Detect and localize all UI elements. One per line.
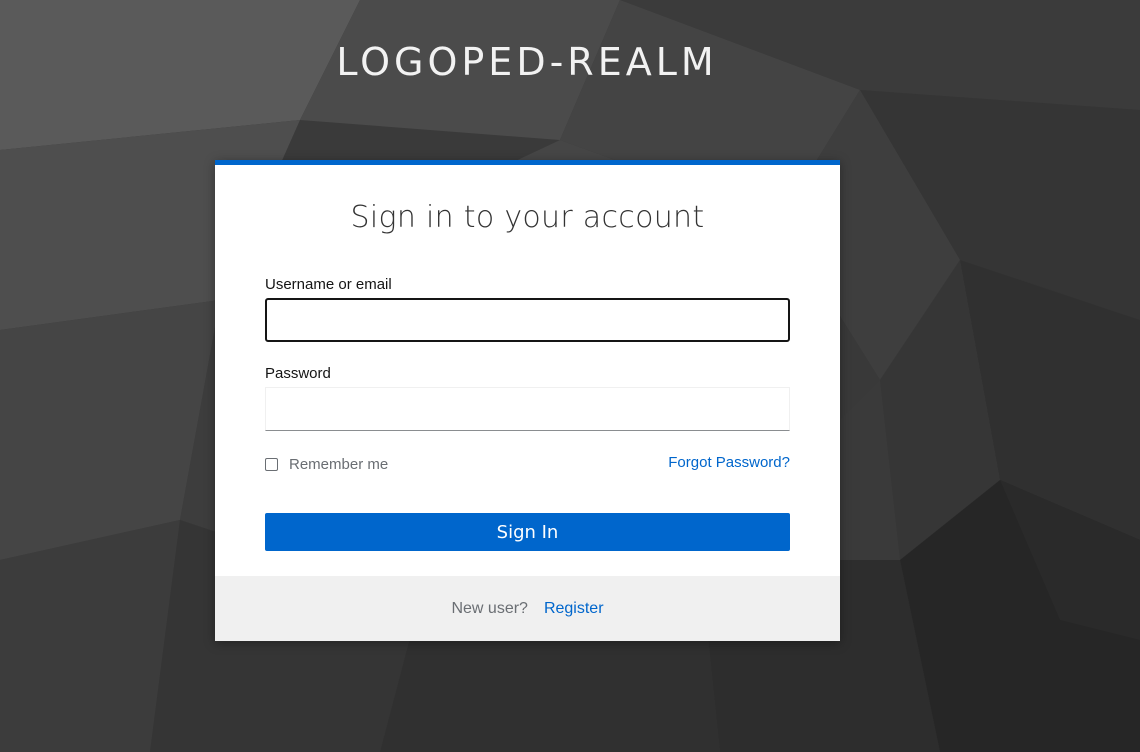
- login-heading: Sign in to your account: [350, 200, 705, 235]
- login-card: Sign in to your account Username or emai…: [215, 160, 840, 641]
- password-input[interactable]: [265, 387, 790, 431]
- register-link[interactable]: Register: [544, 600, 604, 618]
- remember-me-label[interactable]: Remember me: [289, 456, 388, 473]
- registration-footer: New user? Register: [215, 576, 840, 641]
- username-label: Username or email: [265, 276, 392, 293]
- username-input[interactable]: [265, 298, 790, 342]
- sign-in-button[interactable]: Sign In: [265, 513, 790, 551]
- remember-me-checkbox[interactable]: [265, 457, 278, 471]
- forgot-password-link[interactable]: Forgot Password?: [668, 454, 790, 471]
- new-user-text: New user?: [451, 599, 528, 617]
- remember-me-row[interactable]: Remember me: [265, 454, 388, 474]
- realm-title: LOGOPED-REALM: [336, 40, 718, 84]
- password-label: Password: [265, 365, 331, 382]
- card-accent-bar: [215, 160, 840, 165]
